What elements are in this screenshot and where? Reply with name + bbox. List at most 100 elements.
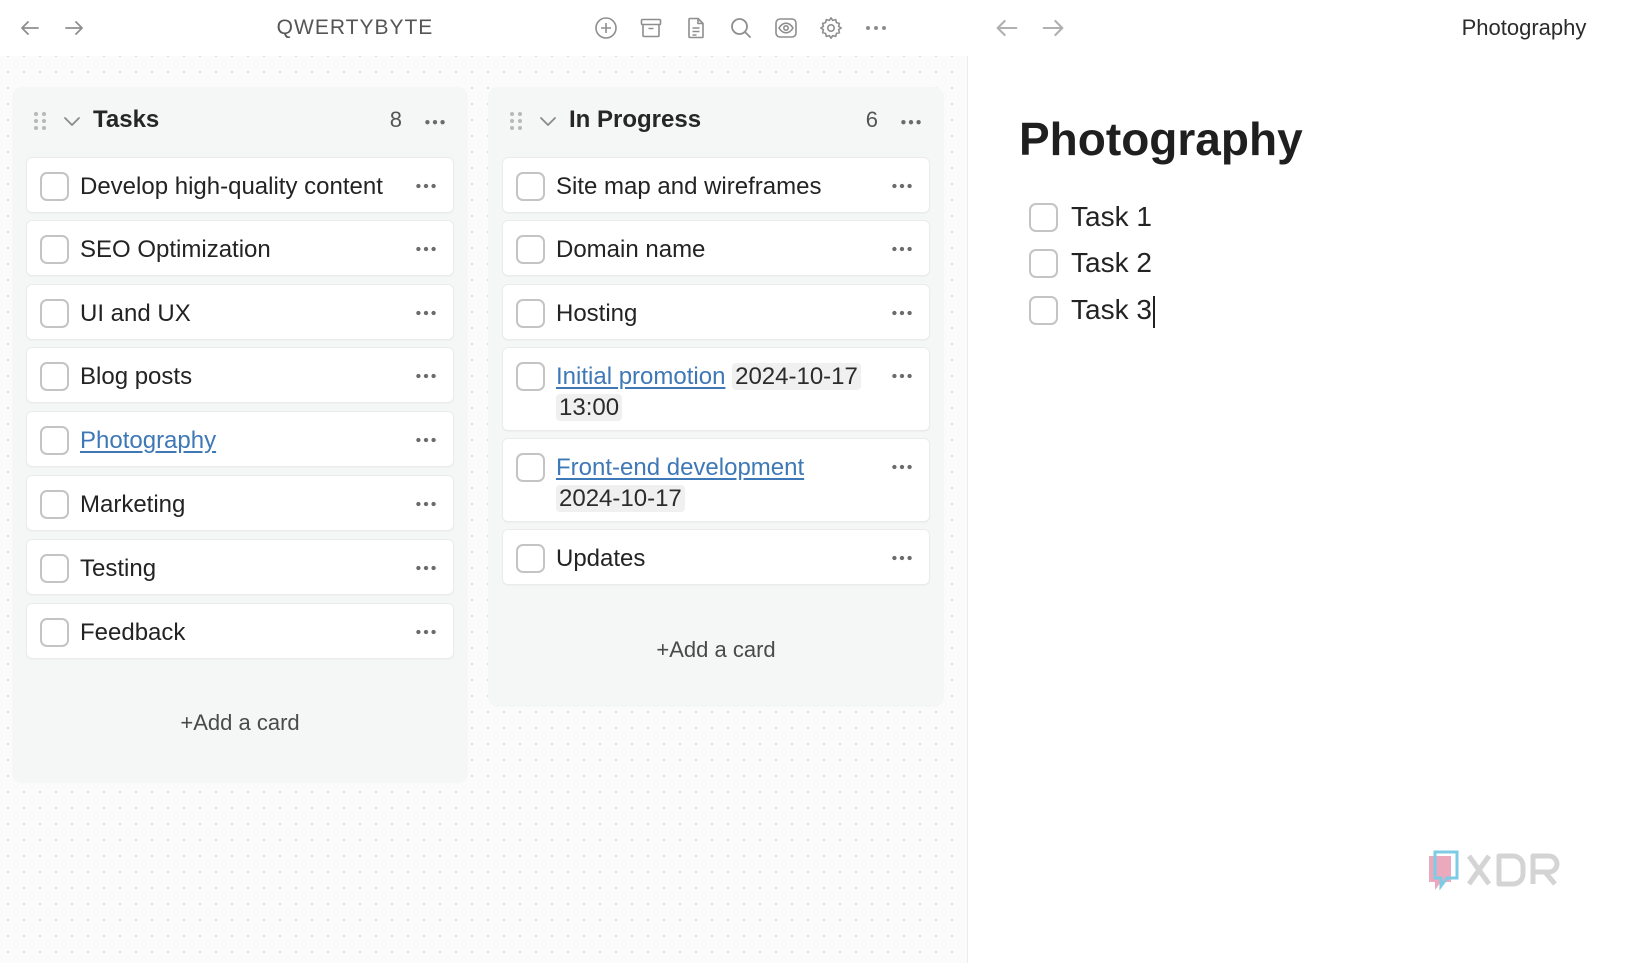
add-card-button[interactable]: +Add a card	[488, 637, 944, 663]
card-label: UI and UX	[80, 300, 191, 327]
card-label: Feedback	[80, 619, 186, 646]
card-more-icon[interactable]	[413, 427, 439, 453]
card-label: Blog posts	[80, 363, 193, 390]
card-more-icon[interactable]	[889, 300, 915, 326]
card-more-icon[interactable]	[413, 173, 439, 199]
page-title[interactable]: Photography	[1019, 112, 1303, 166]
card-checkbox[interactable]	[40, 490, 69, 519]
card-more-icon[interactable]	[413, 555, 439, 581]
card-label: Marketing	[80, 491, 186, 518]
card-label: Testing	[80, 555, 157, 582]
card-develop-content[interactable]: Develop high-quality content	[26, 157, 454, 213]
kanban-pane: QWERTYBYTE Tasks 8 Develop high-quality …	[0, 0, 968, 963]
card-more-icon[interactable]	[889, 454, 915, 480]
column-count: 8	[389, 107, 402, 132]
card-label: SEO Optimization	[80, 236, 271, 263]
card-checkbox[interactable]	[516, 299, 545, 328]
text-caret	[1152, 295, 1155, 328]
card-front-end-development[interactable]: Front-end development 2024-10-17	[502, 438, 930, 522]
card-checkbox[interactable]	[516, 172, 545, 201]
todo-label-active[interactable]: Task 3	[1071, 292, 1155, 328]
due-date-badge[interactable]: 2024-10-17	[556, 485, 685, 512]
archive-icon[interactable]	[637, 14, 665, 42]
board-toolbar: QWERTYBYTE	[0, 0, 968, 56]
card-more-icon[interactable]	[413, 363, 439, 389]
todo-label[interactable]: Task 2	[1071, 245, 1152, 281]
card-seo-optimization[interactable]: SEO Optimization	[26, 220, 454, 276]
breadcrumb: Photography	[1461, 15, 1587, 40]
card-label: Hosting	[556, 300, 638, 327]
card-checkbox[interactable]	[40, 235, 69, 264]
chevron-down-icon[interactable]	[60, 109, 84, 133]
card-testing[interactable]: Testing	[26, 539, 454, 595]
chevron-down-icon[interactable]	[536, 109, 560, 133]
card-checkbox[interactable]	[40, 172, 69, 201]
card-checkbox[interactable]	[516, 235, 545, 264]
card-more-icon[interactable]	[413, 300, 439, 326]
card-ui-ux[interactable]: UI and UX	[26, 284, 454, 340]
todo-checkbox[interactable]	[1029, 296, 1058, 325]
card-link-front-end-development[interactable]: Front-end development	[556, 454, 804, 481]
card-label: Front-end development 2024-10-17	[556, 452, 877, 514]
todo-checkbox[interactable]	[1029, 249, 1058, 278]
card-marketing[interactable]: Marketing	[26, 475, 454, 531]
document-icon[interactable]	[682, 14, 710, 42]
xda-logo	[1425, 848, 1575, 896]
drag-handle-icon[interactable]	[506, 110, 526, 132]
card-updates[interactable]: Updates	[502, 529, 930, 585]
card-checkbox[interactable]	[516, 453, 545, 482]
card-site-map[interactable]: Site map and wireframes	[502, 157, 930, 213]
document-pane: Photography Photography Task 1 Task 2 Ta…	[969, 0, 1650, 963]
card-link-photography[interactable]: Photography	[80, 425, 401, 456]
column-more-icon[interactable]	[422, 107, 448, 133]
todo-item: Task 1	[1029, 199, 1429, 239]
card-checkbox[interactable]	[516, 362, 545, 391]
card-hosting[interactable]: Hosting	[502, 284, 930, 340]
card-link-initial-promotion[interactable]: Initial promotion	[556, 363, 725, 390]
card-blog-posts[interactable]: Blog posts	[26, 347, 454, 403]
card-label: Site map and wireframes	[556, 173, 822, 200]
column-title: In Progress	[569, 106, 702, 133]
add-card-button[interactable]: +Add a card	[12, 710, 468, 736]
back-arrow-icon[interactable]	[993, 14, 1021, 42]
card-checkbox[interactable]	[40, 299, 69, 328]
card-more-icon[interactable]	[413, 236, 439, 262]
more-horizontal-icon[interactable]	[862, 14, 890, 42]
eye-icon[interactable]	[772, 14, 800, 42]
column-more-icon[interactable]	[898, 107, 924, 133]
card-feedback[interactable]: Feedback	[26, 603, 454, 659]
column-count: 6	[865, 107, 878, 132]
card-more-icon[interactable]	[413, 619, 439, 645]
drag-handle-icon[interactable]	[30, 110, 50, 132]
forward-arrow-icon[interactable]	[1039, 14, 1067, 42]
card-label: Domain name	[556, 236, 706, 263]
card-more-icon[interactable]	[889, 236, 915, 262]
todo-checkbox[interactable]	[1029, 203, 1058, 232]
card-initial-promotion[interactable]: Initial promotion 2024-10-17 13:00	[502, 347, 930, 431]
card-checkbox[interactable]	[40, 362, 69, 391]
column-in-progress: In Progress 6 Site map and wireframes Do…	[488, 87, 944, 707]
card-more-icon[interactable]	[889, 173, 915, 199]
column-header: In Progress 6	[488, 87, 944, 155]
card-label: Develop high-quality content	[80, 173, 383, 200]
card-more-icon[interactable]	[889, 545, 915, 571]
card-more-icon[interactable]	[413, 491, 439, 517]
due-date-badge[interactable]: 2024-10-17	[732, 363, 861, 390]
gear-icon[interactable]	[817, 14, 845, 42]
card-photography[interactable]: Photography	[26, 411, 454, 467]
add-circle-icon[interactable]	[592, 14, 620, 42]
todo-item: Task 3	[1029, 292, 1429, 332]
due-time-badge[interactable]: 13:00	[556, 394, 623, 421]
forward-arrow-icon[interactable]	[60, 14, 88, 42]
card-checkbox[interactable]	[40, 554, 69, 583]
column-header: Tasks 8	[12, 87, 468, 155]
todo-label[interactable]: Task 1	[1071, 199, 1152, 235]
board-title: QWERTYBYTE	[276, 16, 434, 39]
card-checkbox[interactable]	[40, 426, 69, 455]
card-more-icon[interactable]	[889, 363, 915, 389]
card-checkbox[interactable]	[40, 618, 69, 647]
back-arrow-icon[interactable]	[16, 14, 44, 42]
card-checkbox[interactable]	[516, 544, 545, 573]
search-icon[interactable]	[727, 14, 755, 42]
card-domain-name[interactable]: Domain name	[502, 220, 930, 276]
